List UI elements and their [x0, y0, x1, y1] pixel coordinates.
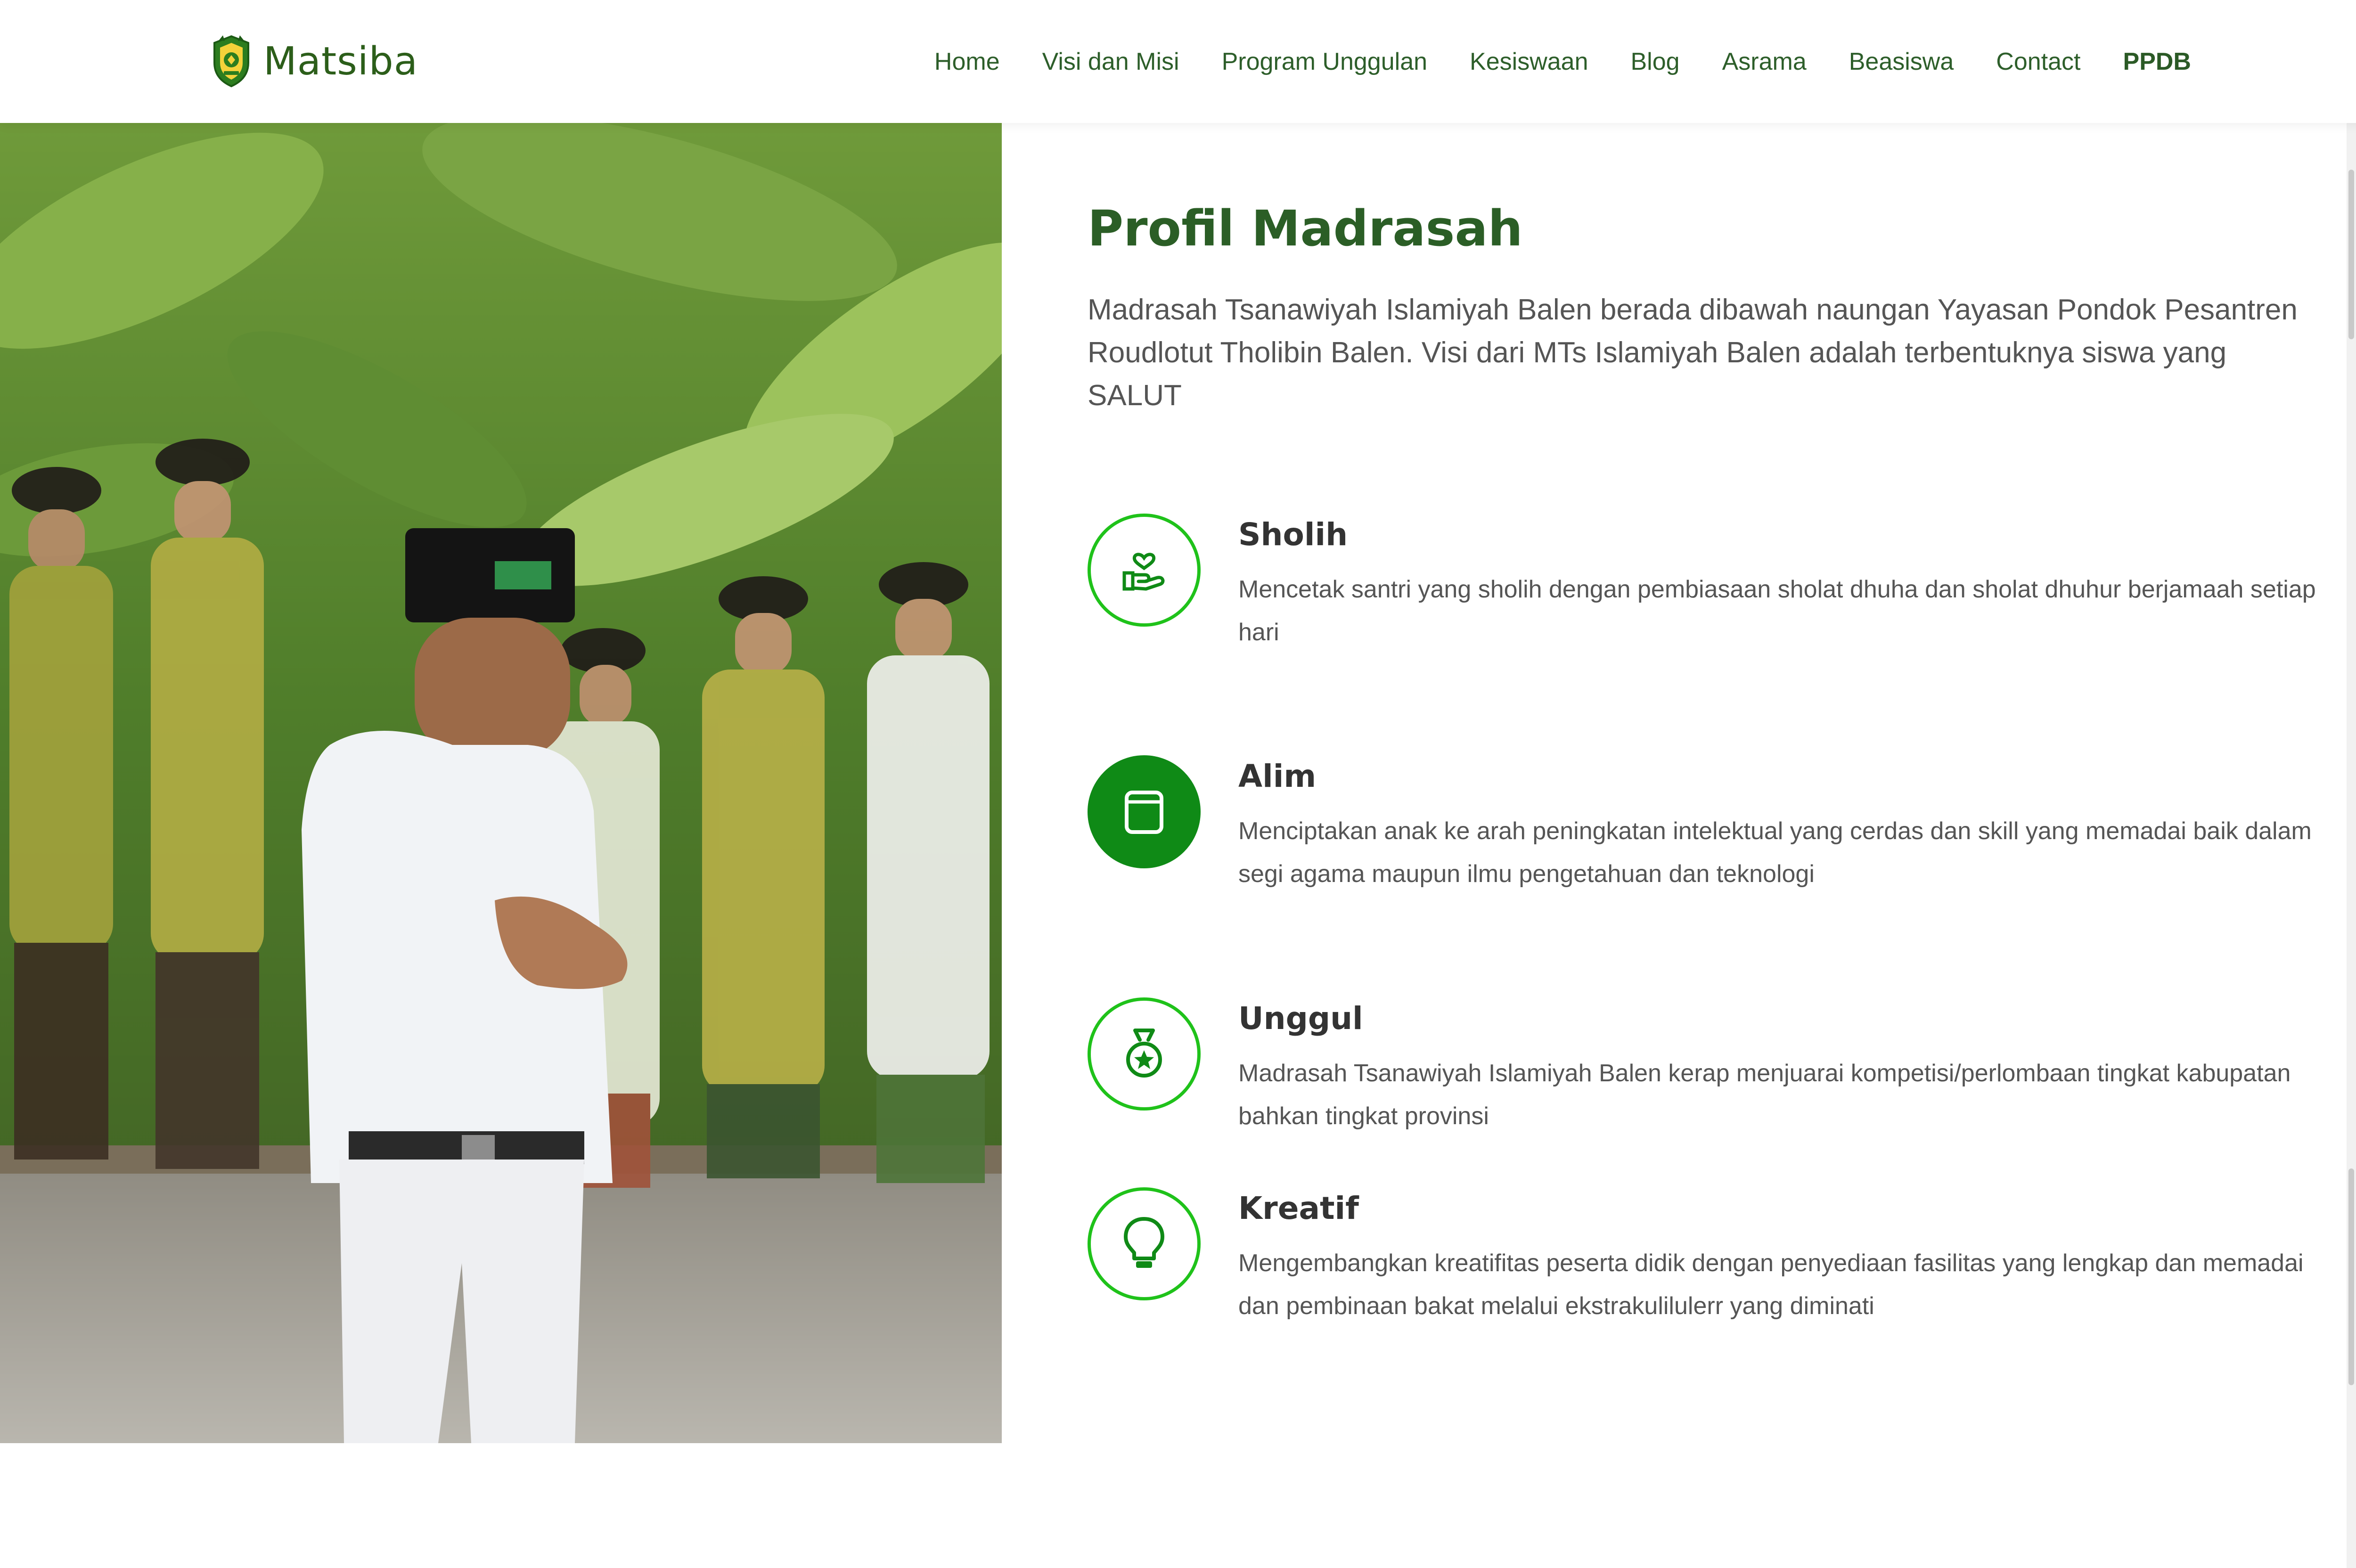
photo-illustration	[0, 123, 1002, 1443]
section-intro: Madrasah Tsanawiyah Islamiyah Balen bera…	[1088, 294, 2298, 412]
hand-heart-icon	[1122, 553, 1165, 591]
brand-link[interactable]: Matsiba	[210, 32, 418, 90]
lightbulb-icon	[1124, 1217, 1164, 1268]
nav-blog[interactable]: Blog	[1631, 48, 1680, 76]
medal-icon	[1126, 1029, 1162, 1078]
nav-visi-misi[interactable]: Visi dan Misi	[1042, 48, 1179, 76]
school-logo-icon	[213, 35, 249, 88]
feature-description: Mencetak santri yang sholih dengan pembi…	[1238, 576, 2316, 646]
nav-program-unggulan[interactable]: Program Unggulan	[1222, 48, 1427, 76]
feature-icon-circle	[1088, 997, 1201, 1111]
scrollbar-thumb-upper[interactable]	[2348, 170, 2354, 339]
nav-beasiswa[interactable]: Beasiswa	[1849, 48, 1954, 76]
site-header: Matsiba Home Visi dan Misi Program Unggu…	[0, 0, 2356, 123]
feature-description: Menciptakan anak ke arah peningkatan int…	[1238, 817, 2312, 888]
feature-title: Sholih	[1238, 516, 1348, 553]
students-praying-photo	[0, 123, 1002, 1443]
nav-home[interactable]: Home	[934, 48, 1000, 76]
feature-title: Unggul	[1238, 1000, 1363, 1037]
feature-icon-circle	[1088, 755, 1201, 868]
brand-name: Matsiba	[263, 39, 418, 84]
feature-title: Alim	[1238, 758, 1317, 794]
feature-icon-circle	[1088, 514, 1201, 627]
main-nav: Home Visi dan Misi Program Unggulan Kesi…	[892, 0, 2191, 123]
feature-description: Madrasah Tsanawiyah Islamiyah Balen kera…	[1238, 1060, 2291, 1130]
profile-section: Profil Madrasah Madrasah Tsanawiyah Isla…	[1088, 198, 2341, 1320]
scrollbar-thumb[interactable]	[2348, 1168, 2354, 1385]
nav-asrama[interactable]: Asrama	[1722, 48, 1807, 76]
book-icon	[1125, 791, 1163, 834]
feature-icon-circle	[1088, 1187, 1201, 1300]
section-title: Profil Madrasah	[1088, 200, 1523, 257]
nav-contact[interactable]: Contact	[1996, 48, 2080, 76]
nav-kesiswaan[interactable]: Kesiswaan	[1470, 48, 1588, 76]
page-scrollbar[interactable]	[2347, 0, 2356, 1568]
nav-ppdb[interactable]: PPDB	[2123, 48, 2191, 76]
feature-description: Mengembangkan kreatifitas peserta didik …	[1238, 1250, 2304, 1320]
feature-title: Kreatif	[1238, 1190, 1359, 1226]
